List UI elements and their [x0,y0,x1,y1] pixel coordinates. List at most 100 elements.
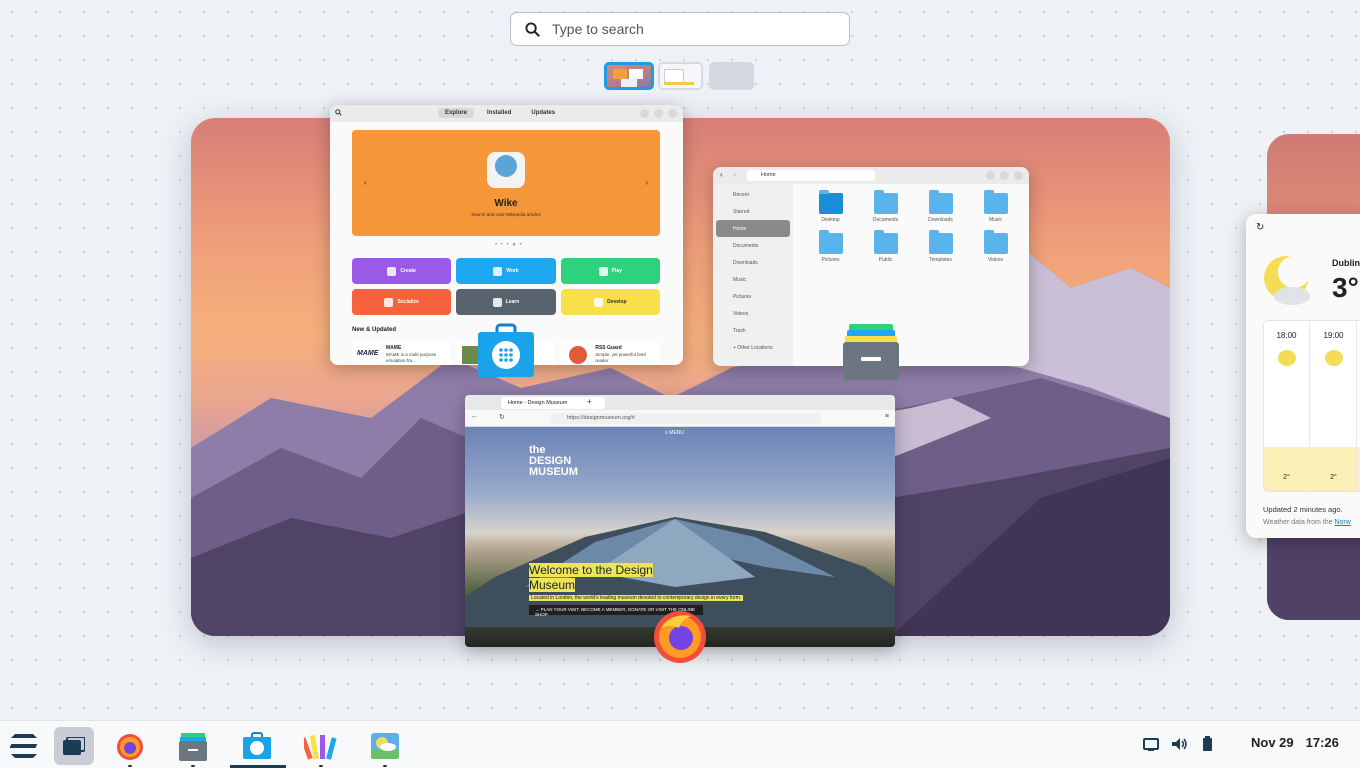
maximize-button[interactable] [1000,171,1009,180]
site-logo[interactable]: the DESIGN MUSEUM [529,445,578,478]
app-name: MAME [386,345,402,351]
category-work[interactable]: Work [456,258,556,284]
category-label: Socialize [397,299,419,305]
weather-icon [1277,350,1296,366]
category-develop[interactable]: Develop [560,289,660,315]
new-tab-button[interactable]: + [587,397,592,406]
folder-label: Videos [987,257,1004,263]
volume-icon[interactable] [1170,735,1188,753]
taskbar-color-palette[interactable] [301,727,341,767]
minimize-button[interactable] [986,171,995,180]
tab-title: Home - Design Museum [508,400,568,406]
folder-label: Pictures [821,257,840,263]
page-description: Located in London, the world's leading m… [529,595,744,601]
display-icon[interactable] [1142,735,1160,753]
workspaces-button[interactable] [54,727,94,765]
workspace-thumbnail-3[interactable] [709,62,754,90]
hour-temp: 2° [1283,474,1290,481]
taskbar-files[interactable] [173,727,213,767]
tab-installed[interactable]: Installed [480,108,518,118]
windows-icon [63,737,85,755]
sidebar-item-recent[interactable]: Recent [716,186,790,203]
url-bar[interactable]: https://designmuseum.org/# [551,413,821,424]
sidebar-item-videos[interactable]: Videos [716,305,790,322]
forward-icon[interactable]: › [733,170,736,179]
weather-temperature: 3° [1332,272,1359,303]
folder-pictures[interactable]: Pictures [803,230,858,263]
app-desc: Simple, yet powerful feed reader [595,352,646,363]
category-create[interactable]: Create [352,258,452,284]
carousel-dots[interactable]: • • • ● • [495,242,523,248]
sidebar-item-starred[interactable]: Starred [716,203,790,220]
refresh-icon[interactable]: ↻ [1256,222,1264,233]
folder-videos[interactable]: Videos [968,230,1023,263]
taskbar-software[interactable] [237,727,277,765]
software-app-icon[interactable] [478,323,534,377]
sidebar-item-home[interactable]: Home [716,220,790,237]
workspace-thumbnail-1[interactable] [604,62,654,90]
category-socialize[interactable]: Socialize [352,289,452,315]
sidebar-item-pictures[interactable]: Pictures [716,288,790,305]
featured-banner[interactable]: ‹ › Wike Search and read Wikipedia artic… [352,130,660,236]
firefox-app-icon[interactable] [651,606,709,664]
folder-downloads[interactable]: Downloads [913,190,968,223]
tab-updates[interactable]: Updates [524,108,562,118]
category-label: Work [506,268,519,274]
folder-documents[interactable]: Documents [858,190,913,223]
sidebar-item-music[interactable]: Music [716,271,790,288]
source-link[interactable]: Norw [1334,519,1350,526]
category-learn[interactable]: Learn [456,289,556,315]
chevron-right-icon[interactable]: › [645,178,648,187]
files-icon [179,733,207,761]
weather-source: Weather data from the Norw [1263,519,1351,526]
folder-music[interactable]: Music [968,190,1023,223]
battery-icon[interactable] [1198,735,1216,753]
minimize-button[interactable] [640,109,649,118]
weather-icon [371,733,399,759]
folder-icon [983,230,1008,254]
location-bar[interactable]: Home [747,170,875,181]
taskbar-firefox[interactable] [110,727,150,767]
sidebar-item-documents[interactable]: Documents [716,237,790,254]
tab-explore[interactable]: Explore [438,108,475,118]
folder-icon [873,190,898,214]
hour-label: 19:00 [1323,331,1344,340]
folder-templates[interactable]: Templates [913,230,968,263]
reload-icon[interactable]: ↻ [499,413,505,421]
site-menu[interactable]: ≡ MENU [665,430,684,436]
category-play[interactable]: Play [560,258,660,284]
files-app-icon[interactable] [843,322,899,380]
search-input[interactable] [552,21,832,37]
menu-icon[interactable]: ≡ [885,413,889,420]
hourly-forecast: 18:00 2° 19:00 2° [1263,320,1360,492]
folder-desktop[interactable]: Desktop [803,190,858,223]
files-headerbar: ‹ › Home [713,167,1029,184]
sidebar-item-other-locations[interactable]: + Other Locations [716,339,790,356]
search-bar[interactable] [510,12,850,46]
zorin-logo-icon [10,734,38,758]
folder-label: Downloads [928,217,953,223]
app-card-mame[interactable]: MAME MAME MAME is a multi-purpose emulat… [352,341,451,365]
maximize-button[interactable] [654,109,663,118]
sidebar-item-trash[interactable]: Trash [716,322,790,339]
search-icon [525,21,540,37]
back-icon[interactable]: ← [471,413,478,420]
close-button[interactable] [1014,171,1023,180]
chevron-left-icon[interactable]: ‹ [364,178,367,187]
search-icon[interactable] [335,109,342,116]
close-button[interactable] [668,109,677,118]
app-desc: MAME is a multi-purpose emulation fra... [386,352,437,363]
sidebar-item-downloads[interactable]: Downloads [716,254,790,271]
clock[interactable]: Nov 29 17:26 [1251,735,1339,750]
featured-title: Wike [494,198,518,209]
back-icon[interactable]: ‹ [720,170,723,179]
app-card-rss-guard[interactable]: RSS Guard Simple, yet powerful feed read… [561,341,660,365]
workspace-thumbnail-2[interactable] [658,62,703,90]
weather-window[interactable]: ↻ Dublin, 3° 18:00 2° 19:00 2° Updated 2… [1246,214,1360,538]
weather-city: Dublin, [1332,258,1360,268]
zorin-menu-button[interactable] [4,727,44,765]
folder-public[interactable]: Public [858,230,913,263]
taskbar-weather[interactable] [365,727,405,767]
hour-temp: 2° [1330,474,1337,481]
folder-label: Templates [929,257,952,263]
